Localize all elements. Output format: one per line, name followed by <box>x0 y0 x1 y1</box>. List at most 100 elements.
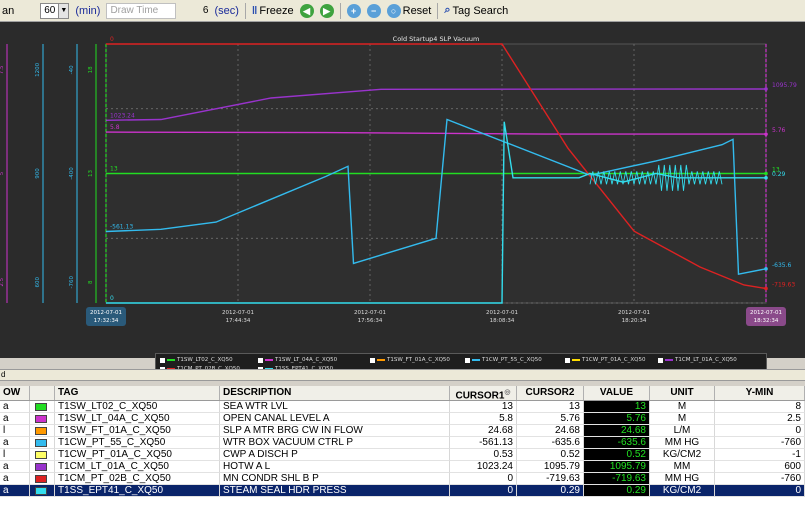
forward-arrow-icon[interactable]: ▶ <box>319 3 334 18</box>
zoom-in-icon[interactable]: + <box>346 3 361 18</box>
legend-swatch <box>665 359 673 361</box>
y-tick-label: 900 <box>35 168 41 179</box>
header-cursor2[interactable]: CURSOR2 <box>517 386 584 400</box>
zoom-out-icon[interactable]: − <box>366 3 381 18</box>
cell-cursor1: 0 <box>450 473 517 485</box>
draw-time-unit: (sec) <box>214 4 239 17</box>
cell-row[interactable]: a <box>0 413 30 425</box>
color-swatch[interactable] <box>35 403 47 411</box>
table-row[interactable]: a T1SW_LT02_C_XQ50 SEA WTR LVL 13 13 13 M 8 <box>0 401 805 413</box>
table-row[interactable]: l T1CW_PT_01A_C_XQ50 CWP A DISCH P 0.53 0.52… <box>0 449 805 461</box>
draw-time-value[interactable]: 6 <box>182 5 209 16</box>
header-row[interactable]: OW <box>0 386 30 400</box>
cell-tag: T1CM_PT_02B_C_XQ50 <box>55 473 220 485</box>
cell-description: MN CONDR SHL B P <box>220 473 450 485</box>
cell-cursor2: 0.52 <box>517 449 584 461</box>
table-row[interactable]: l T1SW_FT_01A_C_XQ50 SLP A MTR BRG CW IN F… <box>0 425 805 437</box>
color-swatch[interactable] <box>35 487 47 495</box>
freeze-button[interactable]: ǁ Freeze <box>252 5 294 17</box>
legend-item[interactable]: T1CW_PT_55_C_XQ50 <box>465 357 542 363</box>
table-row[interactable]: a T1SS_EPT41_C_XQ50 STEAM SEAL HDR PRESS 0 0… <box>0 485 805 497</box>
legend-label: T1CM_LT_01A_C_XQ50 <box>675 357 737 363</box>
table-row[interactable]: a T1CM_LT_01A_C_XQ50 HOTW A L 1023.24 1095.7… <box>0 461 805 473</box>
color-swatch[interactable] <box>35 463 47 471</box>
color-swatch[interactable] <box>35 475 47 483</box>
legend-checkbox[interactable] <box>370 357 375 363</box>
cell-row[interactable]: l <box>0 449 30 461</box>
legend-checkbox[interactable] <box>160 357 165 363</box>
series-right-value: 5.76 <box>772 127 786 134</box>
cell-value: 24.68 <box>584 425 650 437</box>
header-cursor1[interactable]: CURSOR1◎ <box>450 386 517 401</box>
back-arrow-icon[interactable]: ◀ <box>299 3 314 18</box>
series-left-value: 13 <box>110 166 118 173</box>
header-tag[interactable]: TAG <box>55 386 220 400</box>
legend-item[interactable]: T1SW_LT02_C_XQ50 <box>160 357 233 363</box>
color-swatch[interactable] <box>35 451 47 459</box>
trend-chart[interactable]: 7.5 5 2.5 1200 900 600 -40 -400 -760 18 13 8 Cold S… <box>0 22 805 358</box>
panel-label: d <box>1 370 6 379</box>
legend-checkbox[interactable] <box>465 357 470 363</box>
legend-item[interactable]: T1SW_LT_04A_C_XQ50 <box>258 357 337 363</box>
cell-cursor2: -635.6 <box>517 437 584 449</box>
x-tick-time: 17:32:34 <box>94 318 119 324</box>
legend-label: T1SW_FT_01A_C_XQ50 <box>387 357 450 363</box>
legend-swatch <box>472 359 480 361</box>
cell-row[interactable]: a <box>0 437 30 449</box>
legend-item[interactable]: T1CM_LT_01A_C_XQ50 <box>658 357 737 363</box>
color-swatch[interactable] <box>35 427 47 435</box>
cell-tag: T1CM_LT_01A_C_XQ50 <box>55 461 220 473</box>
legend-checkbox[interactable] <box>565 357 570 363</box>
trend-toolbar: an 60 ▼ (min) Draw Time 6 (sec) ǁ Freeze ◀… <box>0 0 805 22</box>
cell-unit: MM HG <box>650 437 715 449</box>
table-row[interactable]: a T1CW_PT_55_C_XQ50 WTR BOX VACUUM CTRL P-… <box>0 437 805 449</box>
cell-cursor2: -719.63 <box>517 473 584 485</box>
cell-row[interactable]: a <box>0 485 30 497</box>
table-row[interactable]: a T1SW_LT_04A_C_XQ50 OPEN CANAL LEVEL A 5.8… <box>0 413 805 425</box>
reset-zoom-icon: ○ <box>386 3 401 18</box>
color-swatch[interactable] <box>35 415 47 423</box>
color-swatch[interactable] <box>35 439 47 447</box>
cell-tag: T1SW_LT_04A_C_XQ50 <box>55 413 220 425</box>
cell-cursor2: 1095.79 <box>517 461 584 473</box>
table-row[interactable]: a T1CM_PT_02B_C_XQ50 MN CONDR SHL B P 0 -719… <box>0 473 805 485</box>
tag-table: OW TAG DESCRIPTION CURSOR1◎ CURSOR2 VALU… <box>0 386 805 505</box>
tag-search-label: Tag Search <box>452 4 509 17</box>
draw-time-field[interactable]: Draw Time <box>106 2 177 19</box>
tag-search-button[interactable]: ⌕ Tag Search <box>444 4 508 17</box>
cell-unit: MM HG <box>650 473 715 485</box>
cell-row[interactable]: a <box>0 401 30 413</box>
header-description[interactable]: DESCRIPTION <box>220 386 450 400</box>
reset-button[interactable]: ○ Reset <box>386 3 431 18</box>
cell-row[interactable]: l <box>0 425 30 437</box>
legend-label: T1CW_PT_55_C_XQ50 <box>482 357 542 363</box>
series-left-value: 5.8 <box>110 124 120 131</box>
x-tick-time: 18:20:34 <box>622 318 647 324</box>
header-value[interactable]: VALUE <box>584 386 650 400</box>
x-tick-time: 17:56:34 <box>358 318 383 324</box>
cell-unit: MM <box>650 461 715 473</box>
cell-cursor1: 0 <box>450 485 517 497</box>
legend-checkbox[interactable] <box>258 357 263 363</box>
x-tick-date: 2012-07-01 <box>354 310 386 316</box>
header-unit[interactable]: UNIT <box>650 386 715 400</box>
cell-cursor1: 1023.24 <box>450 461 517 473</box>
cell-cursor1: 13 <box>450 401 517 413</box>
legend-checkbox[interactable] <box>658 357 663 363</box>
cell-row[interactable]: a <box>0 473 30 485</box>
cell-ymin: 0 <box>715 485 805 497</box>
toolbar-divider <box>244 2 246 19</box>
series-cursor-marker <box>764 176 768 180</box>
splitter-bar[interactable]: d <box>0 369 805 381</box>
header-ymin[interactable]: Y-MIN <box>715 386 805 400</box>
legend-item[interactable]: T1SW_FT_01A_C_XQ50 <box>370 357 450 363</box>
series-left-value: 1023.24 <box>110 112 135 119</box>
series-cursor-marker <box>764 286 768 291</box>
cell-row[interactable]: a <box>0 461 30 473</box>
trend-chart-area: 7.5 5 2.5 1200 900 600 -40 -400 -760 18 13 8 Cold S… <box>0 22 805 378</box>
legend-item[interactable]: T1CW_PT_01A_C_XQ50 <box>565 357 646 363</box>
cell-ymin: 8 <box>715 401 805 413</box>
time-span-select[interactable]: 60 ▼ <box>40 2 70 19</box>
chevron-down-icon[interactable]: ▼ <box>58 2 70 19</box>
toolbar-divider <box>437 2 439 19</box>
